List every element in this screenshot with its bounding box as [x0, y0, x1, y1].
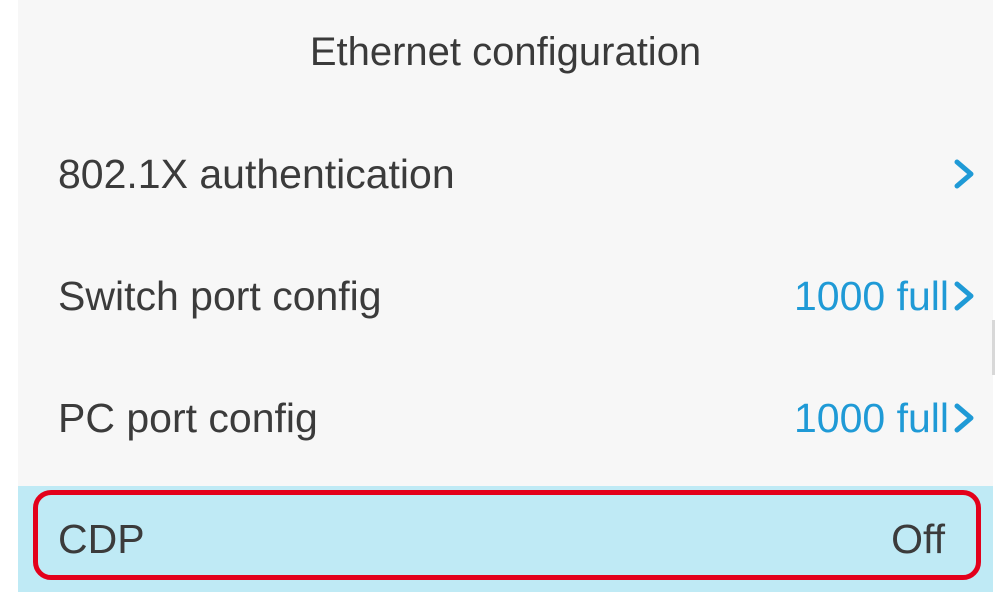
row-label: CDP	[58, 515, 145, 562]
row-8021x-authentication[interactable]: 802.1X authentication	[18, 113, 993, 235]
row-pc-port-config[interactable]: PC port config 1000 full	[18, 357, 993, 479]
chevron-right-icon	[951, 279, 979, 313]
row-switch-port-config[interactable]: Switch port config 1000 full	[18, 235, 993, 357]
chevron-right-icon	[951, 157, 979, 191]
chevron-right-icon	[951, 401, 979, 435]
row-label: PC port config	[58, 394, 318, 441]
row-value: 1000 full	[793, 394, 949, 441]
row-cdp[interactable]: CDP Off	[18, 486, 993, 592]
row-label: Switch port config	[58, 272, 382, 319]
row-value: 1000 full	[793, 272, 949, 319]
page-title: Ethernet configuration	[309, 30, 702, 74]
row-value: Off	[891, 515, 945, 562]
row-label: 802.1X authentication	[58, 150, 455, 197]
settings-screen: Ethernet configuration 802.1X authentica…	[18, 0, 993, 592]
